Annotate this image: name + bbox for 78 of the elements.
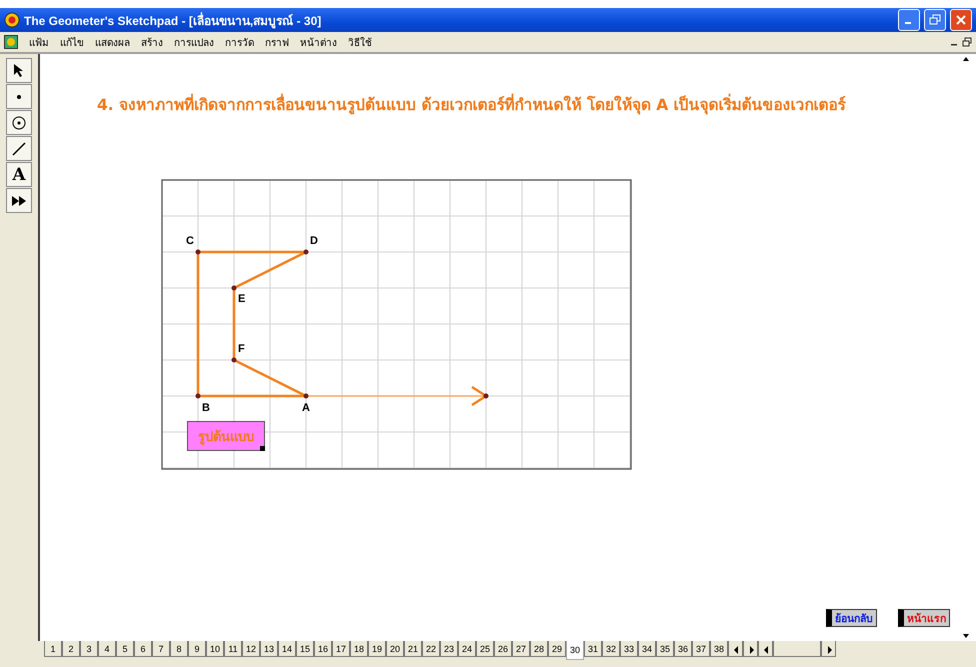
instruction-text: 4. จงหาภาพที่เกิดจากการเลื่อนขนานรูปต้นแบบ ด้วยเวกเตอร์ที่กำหนดให้ โดยให้จุด A เป็นจุดเริ่มต้นของเวกเตอร์ (97, 92, 846, 117)
menu-item[interactable]: กราฟ (265, 34, 289, 50)
menu-item[interactable]: แสดงผล (95, 34, 130, 50)
restore-button[interactable] (924, 9, 946, 31)
circle-icon[interactable] (11, 114, 27, 130)
page-tab[interactable]: 21 (404, 641, 422, 657)
menu-item[interactable]: การวัด (225, 34, 254, 50)
page-tab[interactable]: 25 (476, 641, 494, 657)
point-marker[interactable] (196, 394, 200, 398)
page-tab[interactable]: 6 (134, 641, 152, 657)
page-tab[interactable]: 8 (170, 641, 188, 657)
close-button[interactable] (950, 9, 972, 31)
page-tab[interactable]: 17 (332, 641, 350, 657)
page-tab[interactable]: 15 (296, 641, 314, 657)
page-tab[interactable]: 34 (638, 641, 656, 657)
page-tab[interactable]: 9 (188, 641, 206, 657)
custom-tool[interactable] (6, 188, 32, 213)
minimize-button[interactable] (898, 9, 920, 31)
double-arrow-icon[interactable] (11, 194, 27, 206)
page-tab[interactable]: 28 (530, 641, 548, 657)
back-button[interactable]: ย้อนกลับ (826, 609, 877, 627)
page-tab[interactable]: 2 (62, 641, 80, 657)
page-tab[interactable]: 36 (674, 641, 692, 657)
point-marker[interactable] (304, 394, 308, 398)
page-tab[interactable]: 14 (278, 641, 296, 657)
page-tab[interactable]: 30 (566, 641, 584, 660)
point-marker[interactable] (232, 358, 236, 362)
window-title: The Geometer's Sketchpad - [เลื่อนขนาน,สมบูรณ์ - 30] (24, 11, 322, 30)
point-label: A (302, 402, 310, 414)
menu-item[interactable]: การแปลง (174, 34, 214, 50)
close-icon[interactable] (956, 15, 966, 25)
page-tab[interactable]: 31 (584, 641, 602, 657)
page-tab[interactable]: 33 (620, 641, 638, 657)
menu-item[interactable]: หน้าต่าง (300, 34, 337, 50)
point-label: B (202, 402, 210, 414)
page-tab[interactable]: 12 (242, 641, 260, 657)
page-tab[interactable]: 4 (98, 641, 116, 657)
point-marker[interactable] (304, 250, 308, 254)
point-label: C (186, 235, 194, 247)
compass-tool[interactable] (6, 110, 32, 135)
menu-item[interactable]: วิธีใช้ (348, 34, 372, 50)
page-tab[interactable]: 13 (260, 641, 278, 657)
page-tab[interactable]: 24 (458, 641, 476, 657)
document-icon (4, 35, 18, 49)
page-tab[interactable]: 18 (350, 641, 368, 657)
page-tab[interactable]: 11 (224, 641, 242, 657)
page-tab[interactable]: 37 (692, 641, 710, 657)
page-tab[interactable]: 5 (116, 641, 134, 657)
page-tab[interactable]: 3 (80, 641, 98, 657)
page-tab[interactable]: 19 (368, 641, 386, 657)
line-tool[interactable] (6, 136, 32, 161)
point-marker[interactable] (232, 286, 236, 290)
menu-item[interactable]: แก้ไข (60, 34, 84, 50)
menu-item[interactable]: แฟ้ม (29, 34, 49, 50)
text-tool[interactable]: A (6, 162, 32, 187)
page-tab[interactable]: 7 (152, 641, 170, 657)
page-tab[interactable]: 38 (710, 641, 728, 657)
line-icon[interactable] (11, 140, 27, 156)
page-tab[interactable]: 16 (314, 641, 332, 657)
page-tab[interactable]: 29 (548, 641, 566, 657)
arrow-tool[interactable] (6, 58, 32, 83)
restore-icon[interactable] (962, 37, 972, 47)
menu-item[interactable]: สร้าง (141, 34, 163, 50)
page-tab[interactable]: 23 (440, 641, 458, 657)
dot-icon[interactable] (16, 94, 22, 100)
point-label: E (238, 293, 246, 305)
page-tab[interactable]: 10 (206, 641, 224, 657)
page-tab[interactable]: 32 (602, 641, 620, 657)
page-tab[interactable]: 1 (44, 641, 62, 657)
page-tab[interactable]: 20 (386, 641, 404, 657)
point-label: F (238, 343, 245, 355)
page-tab[interactable]: 22 (422, 641, 440, 657)
page-tab[interactable]: 35 (656, 641, 674, 657)
app-icon (4, 12, 20, 28)
point-marker[interactable] (196, 250, 200, 254)
page-tab[interactable]: 27 (512, 641, 530, 657)
page-tab[interactable]: 26 (494, 641, 512, 657)
point-label: D (310, 235, 318, 247)
